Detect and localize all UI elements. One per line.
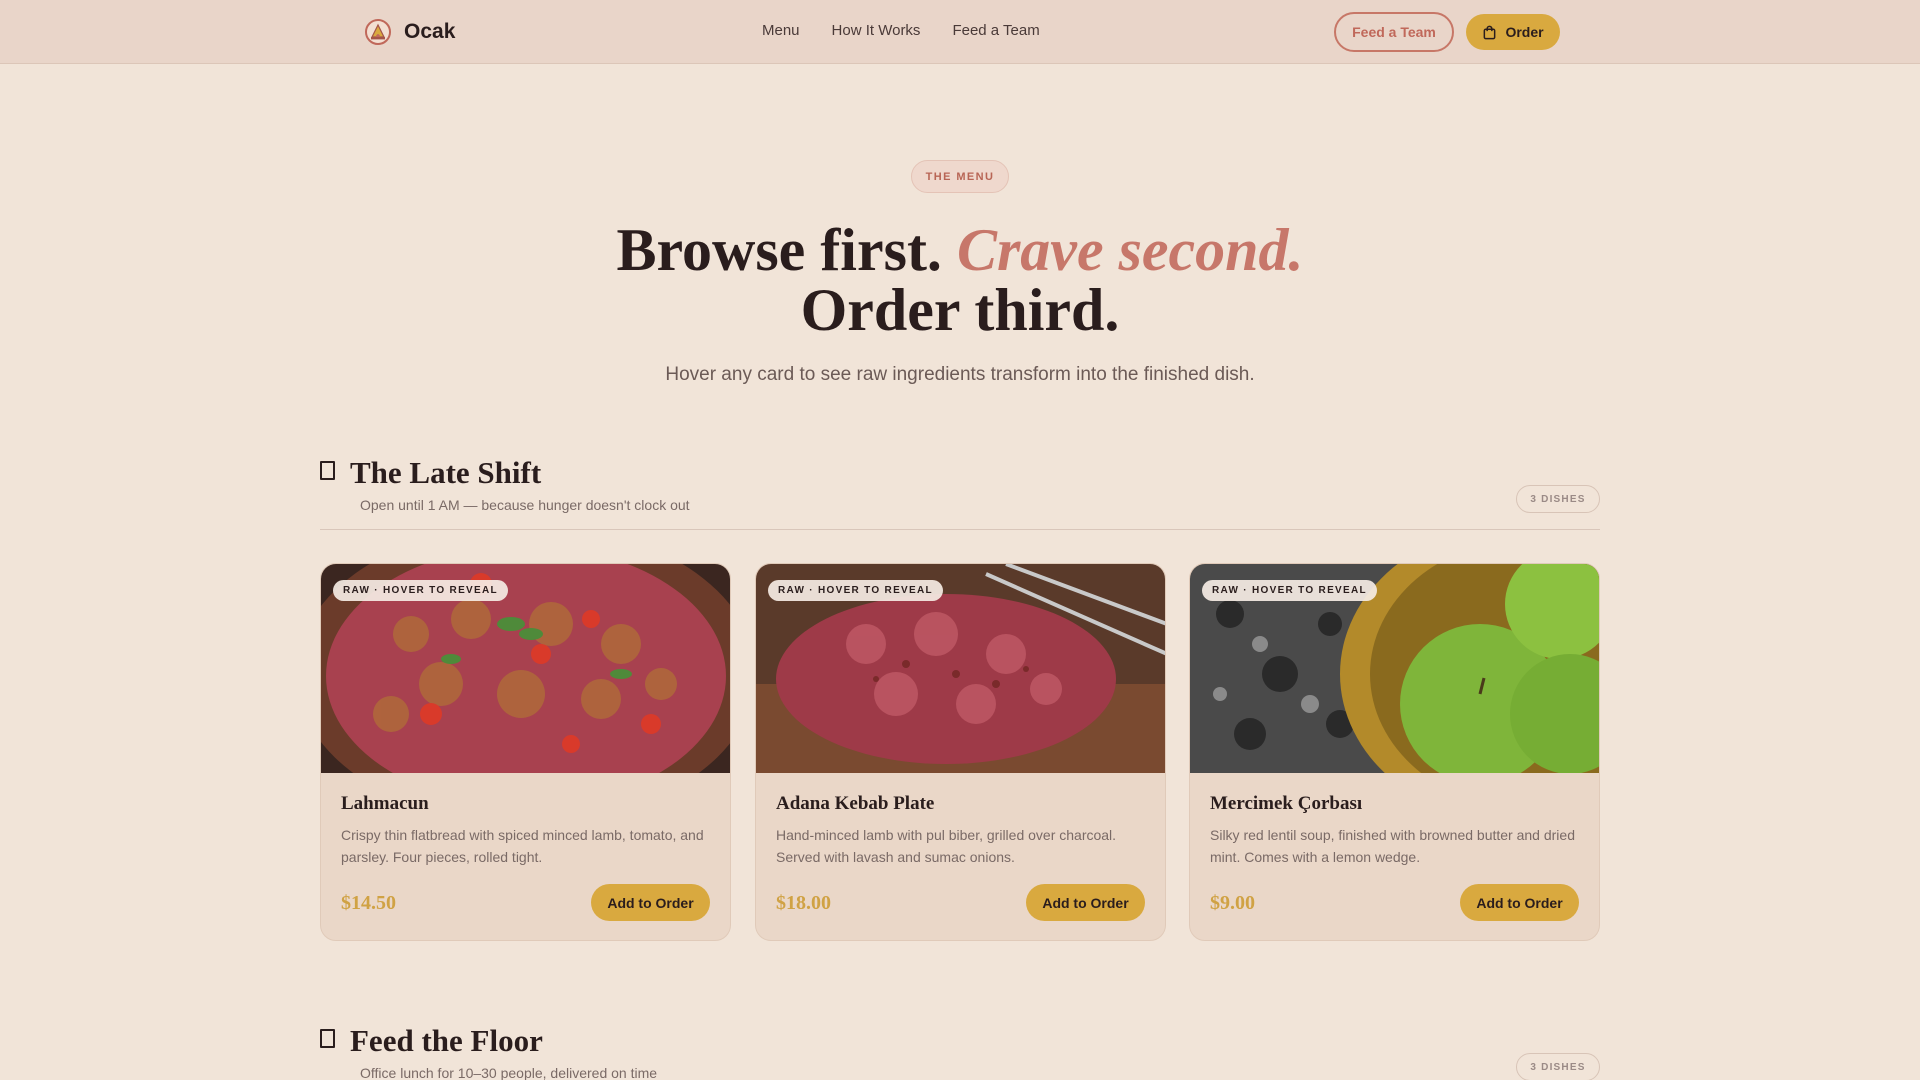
moon-icon — [320, 461, 335, 480]
dish-description: Silky red lentil soup, finished with bro… — [1210, 827, 1575, 865]
dish-description: Hand-minced lamb with pul biber, grilled… — [776, 827, 1117, 865]
nav-link-how-it-works[interactable]: How It Works — [832, 22, 921, 39]
hero-title: Browse first. Crave second. Order third. — [0, 220, 1920, 340]
hero-title-part1: Browse first. — [616, 217, 942, 283]
dish-name: Mercimek Çorbası — [1210, 793, 1363, 814]
dish-count-badge: 3 DISHES — [1516, 1053, 1600, 1080]
nav-link-menu[interactable]: Menu — [762, 22, 800, 39]
section-title: The Late Shift — [350, 455, 542, 490]
menu-pill: THE MENU — [911, 160, 1009, 193]
dish-price: $14.50 — [341, 892, 396, 914]
section-header-feed-the-floor: Feed the Floor Office lunch for 10–30 pe… — [320, 1023, 1600, 1080]
order-button-label: Order — [1505, 24, 1544, 40]
top-nav: Ocak Menu How It Works Feed a Team Feed … — [0, 0, 1920, 64]
add-to-order-button[interactable]: Add to Order — [1460, 884, 1579, 921]
shopping-bag-icon — [1484, 25, 1496, 39]
dish-price: $18.00 — [776, 892, 831, 914]
section-title: Feed the Floor — [350, 1023, 543, 1058]
brand[interactable]: Ocak — [364, 18, 455, 46]
brand-name: Ocak — [404, 20, 456, 43]
add-to-order-button[interactable]: Add to Order — [591, 884, 710, 921]
dish-name: Lahmacun — [341, 793, 429, 814]
section-subtitle: Open until 1 AM — because hunger doesn't… — [360, 497, 690, 513]
raw-reveal-tag: RAW · HOVER TO REVEAL — [768, 580, 943, 601]
dish-name: Adana Kebab Plate — [776, 793, 935, 814]
dish-count-badge: 3 DISHES — [1516, 485, 1600, 513]
hero-subtitle: Hover any card to see raw ingredients tr… — [665, 364, 1255, 385]
raw-reveal-tag: RAW · HOVER TO REVEAL — [1202, 580, 1377, 601]
hero-title-part2: Order third. — [800, 277, 1120, 343]
add-to-order-button[interactable]: Add to Order — [1026, 884, 1145, 921]
dish-card-mercimek-corbasi[interactable]: RAW · HOVER TO REVEAL Mercimek Çorbası S… — [1189, 563, 1600, 941]
dish-price: $9.00 — [1210, 892, 1255, 914]
feed-a-team-button[interactable]: Feed a Team — [1334, 12, 1454, 52]
hero-title-accent: Crave second. — [956, 217, 1304, 283]
hearth-logo-icon — [365, 19, 391, 45]
raw-reveal-tag: RAW · HOVER TO REVEAL — [333, 580, 508, 601]
section-divider — [320, 529, 1600, 530]
office-building-icon — [320, 1029, 335, 1048]
dish-card-adana-kebab[interactable]: RAW · HOVER TO REVEAL Adana Kebab Plate … — [755, 563, 1166, 941]
nav-links: Menu How It Works Feed a Team — [762, 22, 1040, 39]
section-subtitle: Office lunch for 10–30 people, delivered… — [360, 1065, 658, 1080]
dish-card-lahmacun[interactable]: RAW · HOVER TO REVEAL Lahmacun Crispy th… — [320, 563, 731, 941]
order-button[interactable]: Order — [1466, 14, 1560, 50]
section-header-late-shift: The Late Shift Open until 1 AM — because… — [320, 455, 1600, 515]
nav-link-feed-a-team[interactable]: Feed a Team — [952, 22, 1039, 39]
dish-description: Crispy thin flatbread with spiced minced… — [341, 827, 704, 865]
